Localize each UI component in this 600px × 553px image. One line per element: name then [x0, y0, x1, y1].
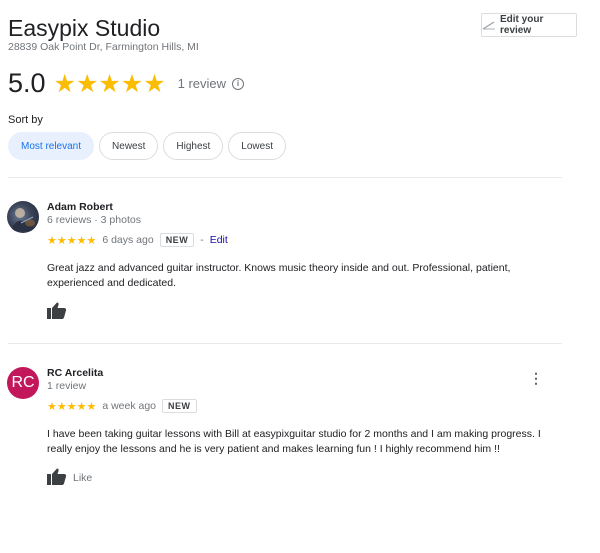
sort-chip-lowest[interactable]: Lowest	[228, 132, 286, 160]
info-icon[interactable]: i	[232, 77, 245, 90]
rating-summary: 5.0 ★★★★★ 1 review i	[8, 68, 245, 99]
review-meta-row: ★★★★★ 6 days ago NEW - Edit	[47, 233, 228, 247]
review-stars: ★★★★★	[47, 234, 97, 247]
sort-options: Most relevant Newest Highest Lowest	[8, 132, 286, 160]
review-time: a week ago	[102, 400, 157, 412]
reviewer-meta: 1 review	[47, 380, 87, 392]
sort-chip-most-relevant[interactable]: Most relevant	[8, 132, 95, 160]
like-label: Like	[73, 472, 93, 484]
separator: -	[200, 234, 204, 246]
thumbs-up-icon	[47, 468, 67, 488]
sort-chip-highest[interactable]: Highest	[163, 132, 224, 160]
reviewer-name[interactable]: Adam Robert	[47, 201, 113, 213]
like-button[interactable]	[47, 302, 67, 322]
average-rating: 5.0	[8, 68, 46, 98]
sort-chip-newest[interactable]: Newest	[99, 132, 159, 160]
avatar[interactable]: RC	[7, 367, 39, 399]
reviewer-name[interactable]: RC Arcelita	[47, 367, 103, 379]
review-text: Great jazz and advanced guitar instructo…	[47, 262, 511, 289]
edit-your-review-button[interactable]: Edit your review	[481, 13, 577, 37]
business-address: 28839 Oak Point Dr, Farmington Hills, MI	[8, 41, 199, 53]
thumbs-up-icon	[47, 302, 67, 322]
review-count-link[interactable]: 1 review	[178, 76, 226, 91]
pencil-icon	[482, 20, 496, 30]
like-button[interactable]: Like	[47, 468, 92, 488]
review-meta-row: ★★★★★ a week ago NEW	[47, 399, 197, 413]
divider	[8, 177, 562, 178]
review-time: 6 days ago	[102, 234, 154, 246]
sort-by-label: Sort by	[8, 114, 43, 126]
review-stars: ★★★★★	[47, 400, 97, 413]
edit-your-review-label: Edit your review	[500, 14, 544, 36]
review-item: Adam Robert 6 reviews · 3 photos ★★★★★ 6…	[7, 201, 567, 321]
new-badge: NEW	[159, 233, 195, 247]
review-text: I have been taking guitar lessons with B…	[47, 428, 541, 455]
new-badge: NEW	[162, 399, 197, 413]
business-name: Easypix Studio	[8, 15, 161, 41]
divider	[8, 343, 562, 344]
avatar[interactable]	[7, 201, 39, 233]
review-item: RC RC Arcelita 1 review ⋮ ★★★★★ a week a…	[7, 367, 567, 487]
edit-review-link[interactable]: Edit	[210, 234, 228, 246]
reviewer-meta: 6 reviews · 3 photos	[47, 214, 141, 226]
business-header: Easypix Studio 28839 Oak Point Dr, Farmi…	[8, 14, 199, 53]
more-options-icon[interactable]: ⋮	[529, 371, 543, 385]
rating-stars: ★★★★★	[53, 69, 166, 98]
